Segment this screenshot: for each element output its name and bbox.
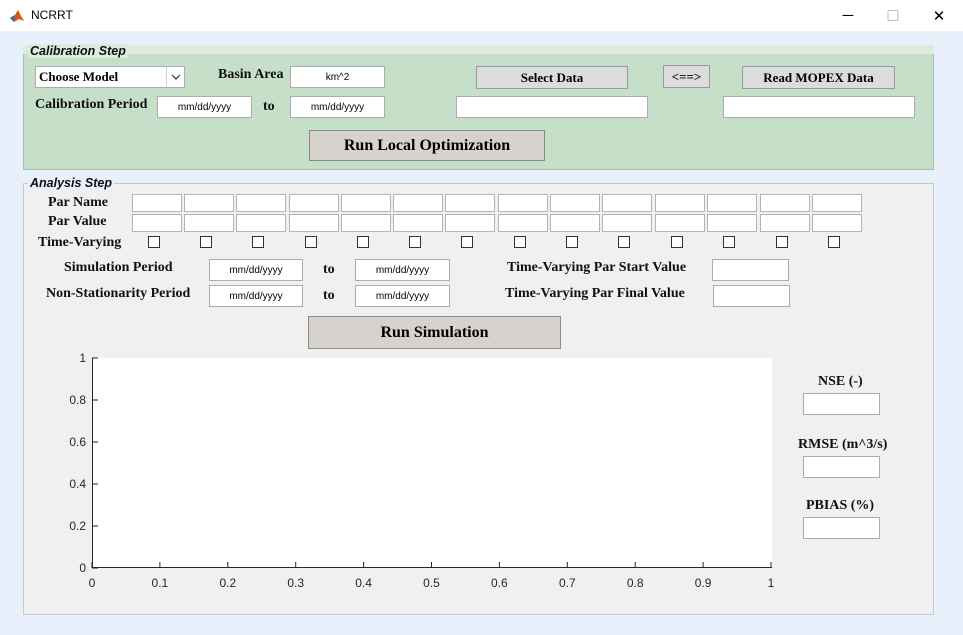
simulation-period-label: Simulation Period bbox=[64, 260, 173, 275]
rmse-value-field[interactable] bbox=[803, 456, 880, 478]
time-varying-label: Time-Varying bbox=[38, 235, 122, 250]
minimize-icon: ─ bbox=[842, 7, 854, 24]
time-varying-checkbox[interactable] bbox=[305, 236, 317, 248]
par-value-input[interactable] bbox=[602, 214, 652, 232]
par-value-input[interactable] bbox=[393, 214, 443, 232]
par-name-input[interactable] bbox=[812, 194, 862, 212]
par-name-input[interactable] bbox=[289, 194, 339, 212]
par-name-input[interactable] bbox=[341, 194, 391, 212]
calibration-end-input[interactable]: mm/dd/yyyy bbox=[290, 96, 385, 118]
selected-data-path-field[interactable] bbox=[456, 96, 648, 118]
par-name-input[interactable] bbox=[184, 194, 234, 212]
pbias-value-field[interactable] bbox=[803, 517, 880, 539]
simulation-start-input[interactable]: mm/dd/yyyy bbox=[209, 259, 303, 281]
tv-final-input[interactable] bbox=[713, 285, 790, 307]
par-value-label: Par Value bbox=[48, 214, 107, 229]
calibration-panel-title: Calibration Step bbox=[28, 44, 128, 58]
window-title: NCRRT bbox=[31, 8, 73, 22]
nonstationarity-to-label: to bbox=[323, 288, 335, 303]
matlab-icon bbox=[9, 8, 25, 24]
par-value-input[interactable] bbox=[812, 214, 862, 232]
title-bar: NCRRT ─ ☐ ✕ bbox=[0, 0, 963, 31]
time-varying-checkbox[interactable] bbox=[409, 236, 421, 248]
par-value-input[interactable] bbox=[289, 214, 339, 232]
close-button[interactable]: ✕ bbox=[916, 0, 962, 31]
chevron-down-icon bbox=[166, 67, 184, 87]
plot-area bbox=[92, 358, 772, 568]
time-varying-checkbox[interactable] bbox=[828, 236, 840, 248]
par-name-input[interactable] bbox=[236, 194, 286, 212]
par-name-input[interactable] bbox=[707, 194, 757, 212]
swap-button[interactable]: <==> bbox=[663, 65, 710, 88]
time-varying-checkbox[interactable] bbox=[671, 236, 683, 248]
basin-area-input[interactable]: km^2 bbox=[290, 66, 385, 88]
par-name-input[interactable] bbox=[655, 194, 705, 212]
par-name-input[interactable] bbox=[445, 194, 495, 212]
par-value-input[interactable] bbox=[498, 214, 548, 232]
tv-start-input[interactable] bbox=[712, 259, 789, 281]
par-name-input[interactable] bbox=[393, 194, 443, 212]
par-name-input[interactable] bbox=[550, 194, 600, 212]
time-varying-checkbox[interactable] bbox=[566, 236, 578, 248]
close-icon: ✕ bbox=[932, 7, 946, 25]
time-varying-checkbox[interactable] bbox=[618, 236, 630, 248]
par-value-input[interactable] bbox=[707, 214, 757, 232]
select-data-button[interactable]: Select Data bbox=[476, 66, 628, 89]
nonstationarity-period-label: Non-Stationarity Period bbox=[46, 286, 191, 301]
pbias-label: PBIAS (%) bbox=[806, 498, 875, 513]
time-varying-checkbox[interactable] bbox=[514, 236, 526, 248]
maximize-button[interactable]: ☐ bbox=[870, 0, 916, 31]
time-varying-checkbox[interactable] bbox=[357, 236, 369, 248]
model-select-value: Choose Model bbox=[39, 69, 119, 84]
rmse-label: RMSE (m^3/s) bbox=[798, 437, 888, 452]
par-value-input[interactable] bbox=[132, 214, 182, 232]
par-value-input[interactable] bbox=[445, 214, 495, 232]
tv-final-label: Time-Varying Par Final Value bbox=[505, 286, 685, 301]
model-select[interactable]: Choose Model bbox=[35, 66, 185, 88]
nse-label: NSE (-) bbox=[818, 374, 863, 389]
par-value-input[interactable] bbox=[760, 214, 810, 232]
par-name-input[interactable] bbox=[132, 194, 182, 212]
tv-start-label: Time-Varying Par Start Value bbox=[507, 260, 687, 275]
par-value-input[interactable] bbox=[655, 214, 705, 232]
calibration-panel-header bbox=[23, 45, 934, 54]
time-varying-checkbox[interactable] bbox=[252, 236, 264, 248]
time-varying-checkbox[interactable] bbox=[148, 236, 160, 248]
par-name-input[interactable] bbox=[760, 194, 810, 212]
time-varying-checkbox[interactable] bbox=[776, 236, 788, 248]
simulation-to-label: to bbox=[323, 262, 335, 277]
par-name-input[interactable] bbox=[602, 194, 652, 212]
calibration-period-label: Calibration Period bbox=[35, 97, 148, 112]
calibration-to-label: to bbox=[263, 99, 275, 114]
read-mopex-button[interactable]: Read MOPEX Data bbox=[742, 66, 895, 89]
minimize-button[interactable]: ─ bbox=[825, 0, 871, 31]
par-value-input[interactable] bbox=[550, 214, 600, 232]
basin-area-label: Basin Area bbox=[218, 67, 284, 82]
mopex-path-field[interactable] bbox=[723, 96, 915, 118]
run-simulation-button[interactable]: Run Simulation bbox=[308, 316, 561, 349]
simulation-end-input[interactable]: mm/dd/yyyy bbox=[355, 259, 450, 281]
par-value-input[interactable] bbox=[184, 214, 234, 232]
calibration-start-input[interactable]: mm/dd/yyyy bbox=[157, 96, 252, 118]
time-varying-checkbox[interactable] bbox=[461, 236, 473, 248]
time-varying-checkbox[interactable] bbox=[723, 236, 735, 248]
nse-value-field[interactable] bbox=[803, 393, 880, 415]
nonstationarity-start-input[interactable]: mm/dd/yyyy bbox=[209, 285, 303, 307]
nonstationarity-end-input[interactable]: mm/dd/yyyy bbox=[355, 285, 450, 307]
time-varying-checkbox[interactable] bbox=[200, 236, 212, 248]
par-value-input[interactable] bbox=[236, 214, 286, 232]
par-name-input[interactable] bbox=[498, 194, 548, 212]
analysis-panel-title: Analysis Step bbox=[28, 176, 114, 190]
maximize-icon: ☐ bbox=[886, 7, 900, 25]
par-name-label: Par Name bbox=[48, 195, 108, 210]
par-value-input[interactable] bbox=[341, 214, 391, 232]
run-local-optimization-button[interactable]: Run Local Optimization bbox=[309, 130, 545, 161]
